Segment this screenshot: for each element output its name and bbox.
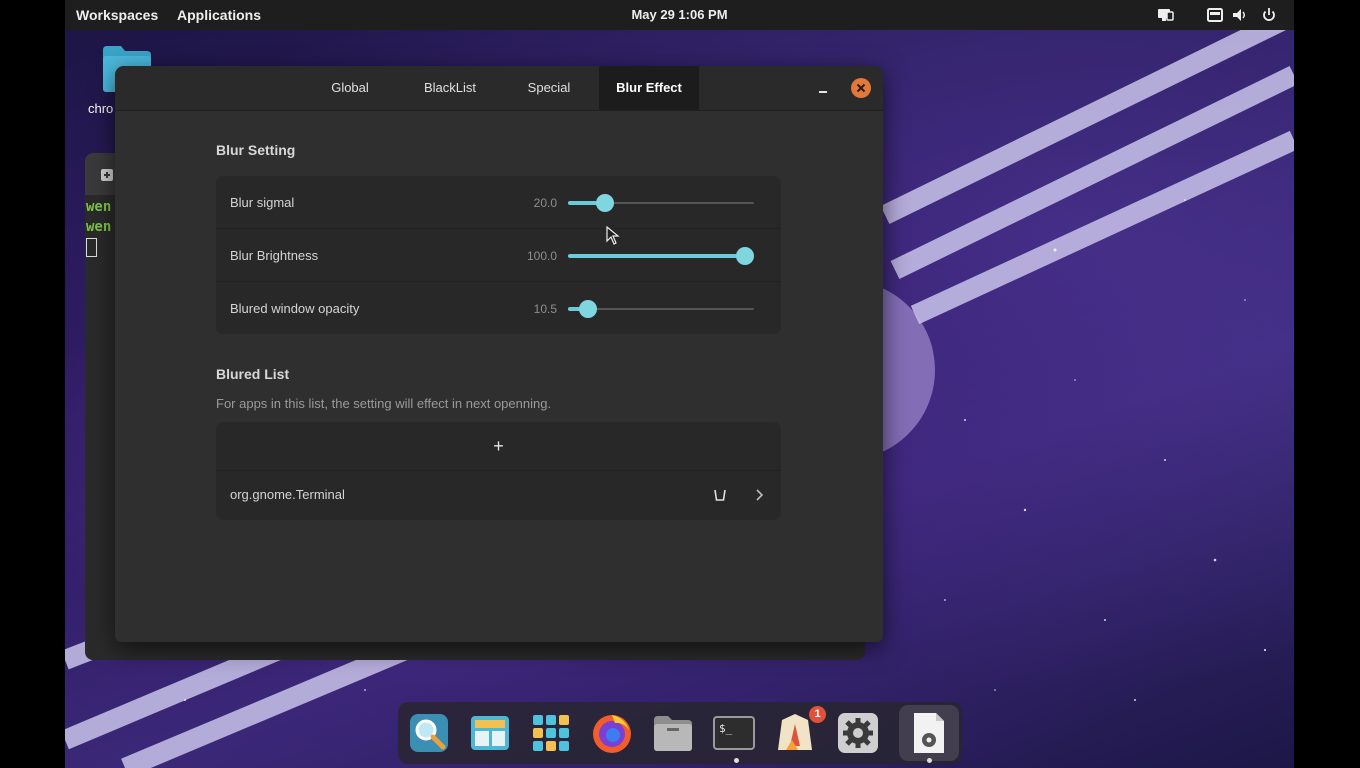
blur-sigmal-label: Blur sigmal <box>230 195 295 210</box>
terminal-cursor <box>86 238 97 257</box>
blured-window-opacity-slider[interactable] <box>568 299 754 319</box>
blur-settings-card: Blur sigmal 20.0 Blur Brightness 100.0 B… <box>216 176 781 334</box>
display-icon[interactable] <box>1156 6 1174 24</box>
row-divider <box>216 228 781 229</box>
search-app-icon[interactable] <box>406 710 452 756</box>
volume-icon[interactable] <box>1231 6 1249 24</box>
mouse-pointer-icon <box>606 226 620 245</box>
notification-badge: 1 <box>809 706 826 723</box>
blur-setting-title: Blur Setting <box>216 142 296 158</box>
running-indicator <box>734 758 739 763</box>
slider-fill <box>568 254 754 258</box>
terminal-line: wen <box>86 219 112 235</box>
date-time-clock[interactable]: May 29 1:06 PM <box>65 7 1294 22</box>
notifications-icon[interactable] <box>1206 6 1224 24</box>
row-divider <box>216 470 781 471</box>
slider-knob[interactable] <box>736 247 754 265</box>
top-panel: Workspaces Applications May 29 1:06 PM <box>65 0 1294 30</box>
tab-blur-effect[interactable]: Blur Effect <box>599 66 699 110</box>
terminal-tab[interactable] <box>85 153 115 195</box>
blur-sigmal-slider[interactable] <box>568 193 754 213</box>
tab-special[interactable]: Special <box>504 66 594 110</box>
blured-list-title: Blured List <box>216 366 290 382</box>
blur-brightness-slider[interactable] <box>568 246 754 266</box>
new-tab-icon[interactable] <box>100 168 114 182</box>
blured-list-card: + org.gnome.Terminal <box>216 422 781 520</box>
terminal-line: wen <box>86 199 112 215</box>
dock: $_ 1 <box>398 702 962 764</box>
firefox-icon[interactable] <box>589 710 635 756</box>
blured-window-opacity-label: Blured window opacity <box>230 301 360 316</box>
files-icon[interactable] <box>650 710 696 756</box>
power-icon[interactable] <box>1260 6 1278 24</box>
running-indicator <box>927 758 932 763</box>
svg-text:$_: $_ <box>719 722 733 735</box>
app-grid-icon[interactable] <box>528 710 574 756</box>
slider-knob[interactable] <box>579 300 597 318</box>
chevron-right-icon[interactable] <box>754 488 766 502</box>
blur-settings-window: Global BlackList Special Blur Effect Blu… <box>115 66 883 642</box>
settings-icon[interactable] <box>835 710 881 756</box>
text-editor-icon[interactable] <box>906 710 952 756</box>
blured-window-opacity-value: 10.5 <box>533 302 557 316</box>
header-bar: Global BlackList Special Blur Effect <box>115 66 883 111</box>
row-divider <box>216 281 781 282</box>
blur-brightness-value: 100.0 <box>526 249 557 263</box>
multitasking-icon[interactable] <box>467 710 513 756</box>
blured-list-description: For apps in this list, the setting will … <box>216 396 552 411</box>
close-icon <box>856 83 866 93</box>
tab-blacklist[interactable]: BlackList <box>405 66 495 110</box>
terminal-icon[interactable]: $_ <box>711 710 757 756</box>
list-item-label: org.gnome.Terminal <box>230 487 345 502</box>
blur-brightness-label: Blur Brightness <box>230 248 319 263</box>
minimize-icon[interactable] <box>813 78 833 98</box>
close-button[interactable] <box>851 78 871 98</box>
folder-label: chro <box>88 101 114 116</box>
tab-global[interactable]: Global <box>305 66 395 110</box>
add-app-button[interactable]: + <box>216 422 781 470</box>
trash-icon[interactable] <box>713 488 727 502</box>
slider-knob[interactable] <box>596 194 614 212</box>
blur-sigmal-value: 20.0 <box>533 196 557 210</box>
